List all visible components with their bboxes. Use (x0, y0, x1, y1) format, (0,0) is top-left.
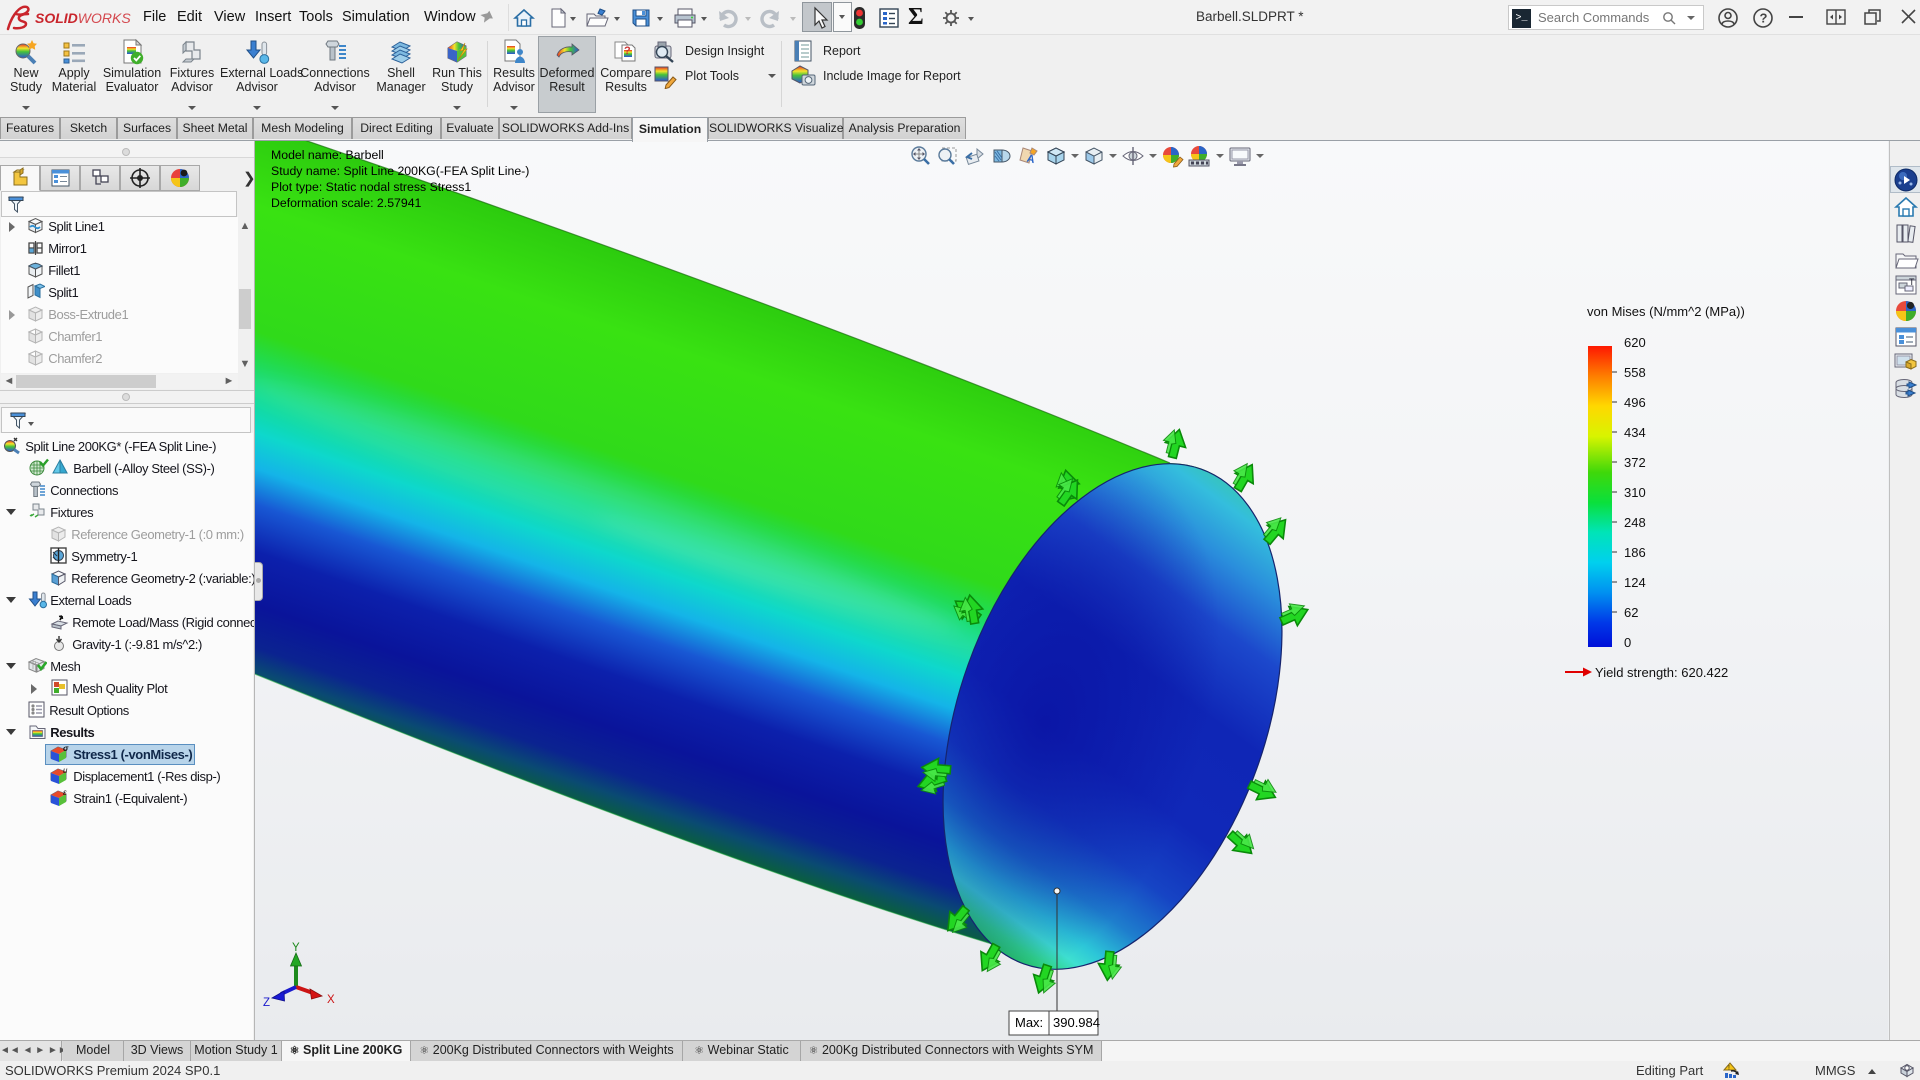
svg-text:A: A (1026, 153, 1036, 166)
svg-text:u: u (63, 766, 68, 775)
svg-text:SOLIDWORKS: SOLIDWORKS (35, 10, 131, 26)
svg-text:Z: Z (263, 997, 270, 1009)
svg-text:390.984: 390.984 (1053, 1015, 1100, 1030)
svg-text:?: ? (624, 45, 631, 57)
svg-text:558: 558 (1624, 365, 1646, 380)
svg-text:T: T (1909, 277, 1915, 287)
svg-text:124: 124 (1624, 575, 1646, 590)
svg-text:Yield strength: 620.422: Yield strength: 620.422 (1595, 665, 1728, 680)
svg-text:186: 186 (1624, 545, 1646, 560)
svg-text:!: ! (1728, 1065, 1730, 1072)
svg-text:σ: σ (63, 744, 69, 753)
svg-text:?: ? (1760, 11, 1768, 26)
svg-text:von Mises (N/mm^2 (MPa)): von Mises (N/mm^2 (MPa)) (1587, 304, 1745, 319)
svg-text:Y: Y (292, 942, 300, 954)
svg-text:X: X (327, 994, 335, 1006)
svg-text:62: 62 (1624, 605, 1638, 620)
svg-text:310: 310 (1624, 485, 1646, 500)
svg-text:620: 620 (1624, 335, 1646, 350)
svg-text:248: 248 (1624, 515, 1646, 530)
svg-text:372: 372 (1624, 455, 1646, 470)
svg-text:0: 0 (1624, 635, 1631, 650)
svg-text:Max:: Max: (1015, 1015, 1043, 1030)
svg-text:434: 434 (1624, 425, 1646, 440)
svg-text:496: 496 (1624, 395, 1646, 410)
